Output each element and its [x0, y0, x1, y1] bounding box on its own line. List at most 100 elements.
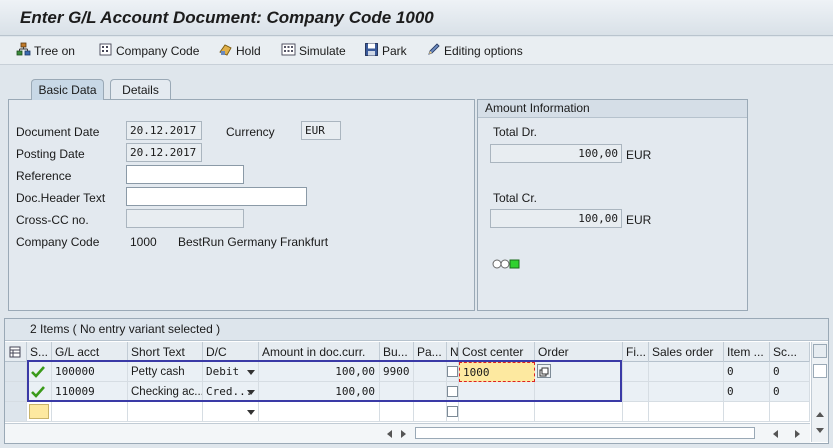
header-bu[interactable]: Bu...: [380, 342, 414, 362]
column-settings-icon[interactable]: [813, 344, 827, 358]
doc-header-text-field[interactable]: [126, 187, 307, 206]
document-date-label: Document Date: [16, 125, 100, 139]
chevron-down-icon[interactable]: [247, 370, 255, 375]
cell-amount[interactable]: [259, 402, 380, 422]
cell-fi[interactable]: [623, 402, 649, 422]
cell-dc[interactable]: Debit: [203, 362, 259, 382]
header-fi[interactable]: Fi...: [623, 342, 649, 362]
scroll-up-icon[interactable]: [816, 412, 824, 417]
cell-order[interactable]: [535, 382, 623, 402]
park-button[interactable]: Park: [364, 42, 407, 60]
header-n[interactable]: N: [447, 342, 459, 362]
header-order[interactable]: Order: [535, 342, 623, 362]
cell-order[interactable]: [535, 402, 623, 422]
hold-button[interactable]: Hold: [218, 42, 261, 60]
cell-short-text[interactable]: Petty cash: [128, 362, 203, 382]
cell-item[interactable]: [724, 402, 770, 422]
cross-cc-field[interactable]: [126, 209, 244, 228]
currency-field[interactable]: EUR: [301, 121, 341, 140]
header-sc[interactable]: Sc...: [770, 342, 810, 362]
n-checkbox[interactable]: [447, 366, 458, 377]
tab-basic-data-label: Basic Data: [38, 83, 97, 97]
header-pa[interactable]: Pa...: [414, 342, 447, 362]
table-row[interactable]: [5, 402, 810, 422]
header-short-text[interactable]: Short Text: [128, 342, 203, 362]
horizontal-scrollbar[interactable]: [5, 423, 810, 443]
cell-n[interactable]: [447, 382, 459, 402]
cell-pa[interactable]: [414, 362, 447, 382]
chevron-down-icon[interactable]: [247, 390, 255, 395]
cell-sc[interactable]: 0: [770, 382, 810, 402]
row-selector[interactable]: [5, 402, 27, 422]
company-code-button[interactable]: Company Code: [98, 42, 199, 60]
header-item[interactable]: Item ...: [724, 342, 770, 362]
cell-item[interactable]: 0: [724, 382, 770, 402]
tab-details[interactable]: Details: [110, 79, 171, 100]
value-help-icon[interactable]: [537, 364, 551, 378]
cell-amount[interactable]: 100,00: [259, 362, 380, 382]
cell-amount[interactable]: 100,00: [259, 382, 380, 402]
document-date-field[interactable]: 20.12.2017: [126, 121, 202, 140]
cell-sales-order[interactable]: [649, 402, 724, 422]
cell-cost-center[interactable]: [459, 382, 535, 402]
cell-n[interactable]: [447, 402, 459, 422]
cell-cost-center[interactable]: [459, 402, 535, 422]
layout-icon[interactable]: [5, 342, 27, 362]
cell-bu[interactable]: [380, 382, 414, 402]
cell-gl-acct[interactable]: 100000: [52, 362, 128, 382]
tree-on-label: Tree on: [34, 44, 75, 58]
company-code-icon: [98, 42, 113, 60]
header-sales-order[interactable]: Sales order: [649, 342, 724, 362]
scroll-down-icon[interactable]: [816, 428, 824, 433]
status-ok-icon: [27, 362, 52, 382]
scroll-thumb[interactable]: [813, 364, 827, 378]
cell-sales-order[interactable]: [649, 382, 724, 402]
tab-basic-data[interactable]: Basic Data: [31, 79, 104, 100]
horizontal-scroll-track[interactable]: [415, 427, 755, 439]
header-status[interactable]: S...: [27, 342, 52, 362]
editing-options-button[interactable]: Editing options: [426, 42, 523, 60]
row-selector[interactable]: [5, 362, 27, 382]
cell-bu[interactable]: 9900: [380, 362, 414, 382]
cell-fi[interactable]: [623, 362, 649, 382]
cell-order[interactable]: [535, 362, 623, 382]
n-checkbox[interactable]: [447, 386, 458, 397]
cell-pa[interactable]: [414, 402, 447, 422]
cell-cost-center[interactable]: 1000: [459, 362, 535, 382]
simulate-button[interactable]: Simulate: [281, 42, 346, 60]
cell-gl-acct[interactable]: [52, 402, 128, 422]
cell-bu[interactable]: [380, 402, 414, 422]
items-table-title: 2 Items ( No entry variant selected ): [5, 319, 828, 341]
header-gl-acct[interactable]: G/L acct: [52, 342, 128, 362]
header-cost-center[interactable]: Cost center: [459, 342, 535, 362]
posting-date-field[interactable]: 20.12.2017: [126, 143, 202, 162]
cell-short-text[interactable]: [128, 402, 203, 422]
cell-n[interactable]: [447, 362, 459, 382]
vertical-scrollbar[interactable]: [811, 342, 828, 442]
cell-fi[interactable]: [623, 382, 649, 402]
cell-item[interactable]: 0: [724, 362, 770, 382]
reference-field[interactable]: [126, 165, 244, 184]
cell-sc[interactable]: 0: [770, 362, 810, 382]
cell-pa[interactable]: [414, 382, 447, 402]
cell-dc[interactable]: [203, 402, 259, 422]
cell-sc[interactable]: [770, 402, 810, 422]
cell-status[interactable]: [27, 402, 52, 422]
scroll-left-icon[interactable]: [387, 430, 392, 438]
scroll-right-end-icon[interactable]: [795, 430, 800, 438]
scroll-right-icon[interactable]: [401, 430, 406, 438]
scroll-left-end-icon[interactable]: [773, 430, 778, 438]
table-row[interactable]: 100000 Petty cash Debit 100,00 9900 1000…: [5, 362, 810, 382]
cell-dc[interactable]: Cred...: [203, 382, 259, 402]
table-row[interactable]: 110009 Checking ac... Cred... 100,00 0 0: [5, 382, 810, 402]
cell-dc-value: Cred...: [206, 385, 253, 398]
cell-sales-order[interactable]: [649, 362, 724, 382]
row-selector[interactable]: [5, 382, 27, 402]
cell-gl-acct[interactable]: 110009: [52, 382, 128, 402]
n-checkbox[interactable]: [447, 406, 458, 417]
header-dc[interactable]: D/C: [203, 342, 259, 362]
header-amount[interactable]: Amount in doc.curr.: [259, 342, 380, 362]
chevron-down-icon[interactable]: [247, 410, 255, 415]
tree-on-button[interactable]: Tree on: [16, 42, 75, 60]
cell-short-text[interactable]: Checking ac...: [128, 382, 203, 402]
